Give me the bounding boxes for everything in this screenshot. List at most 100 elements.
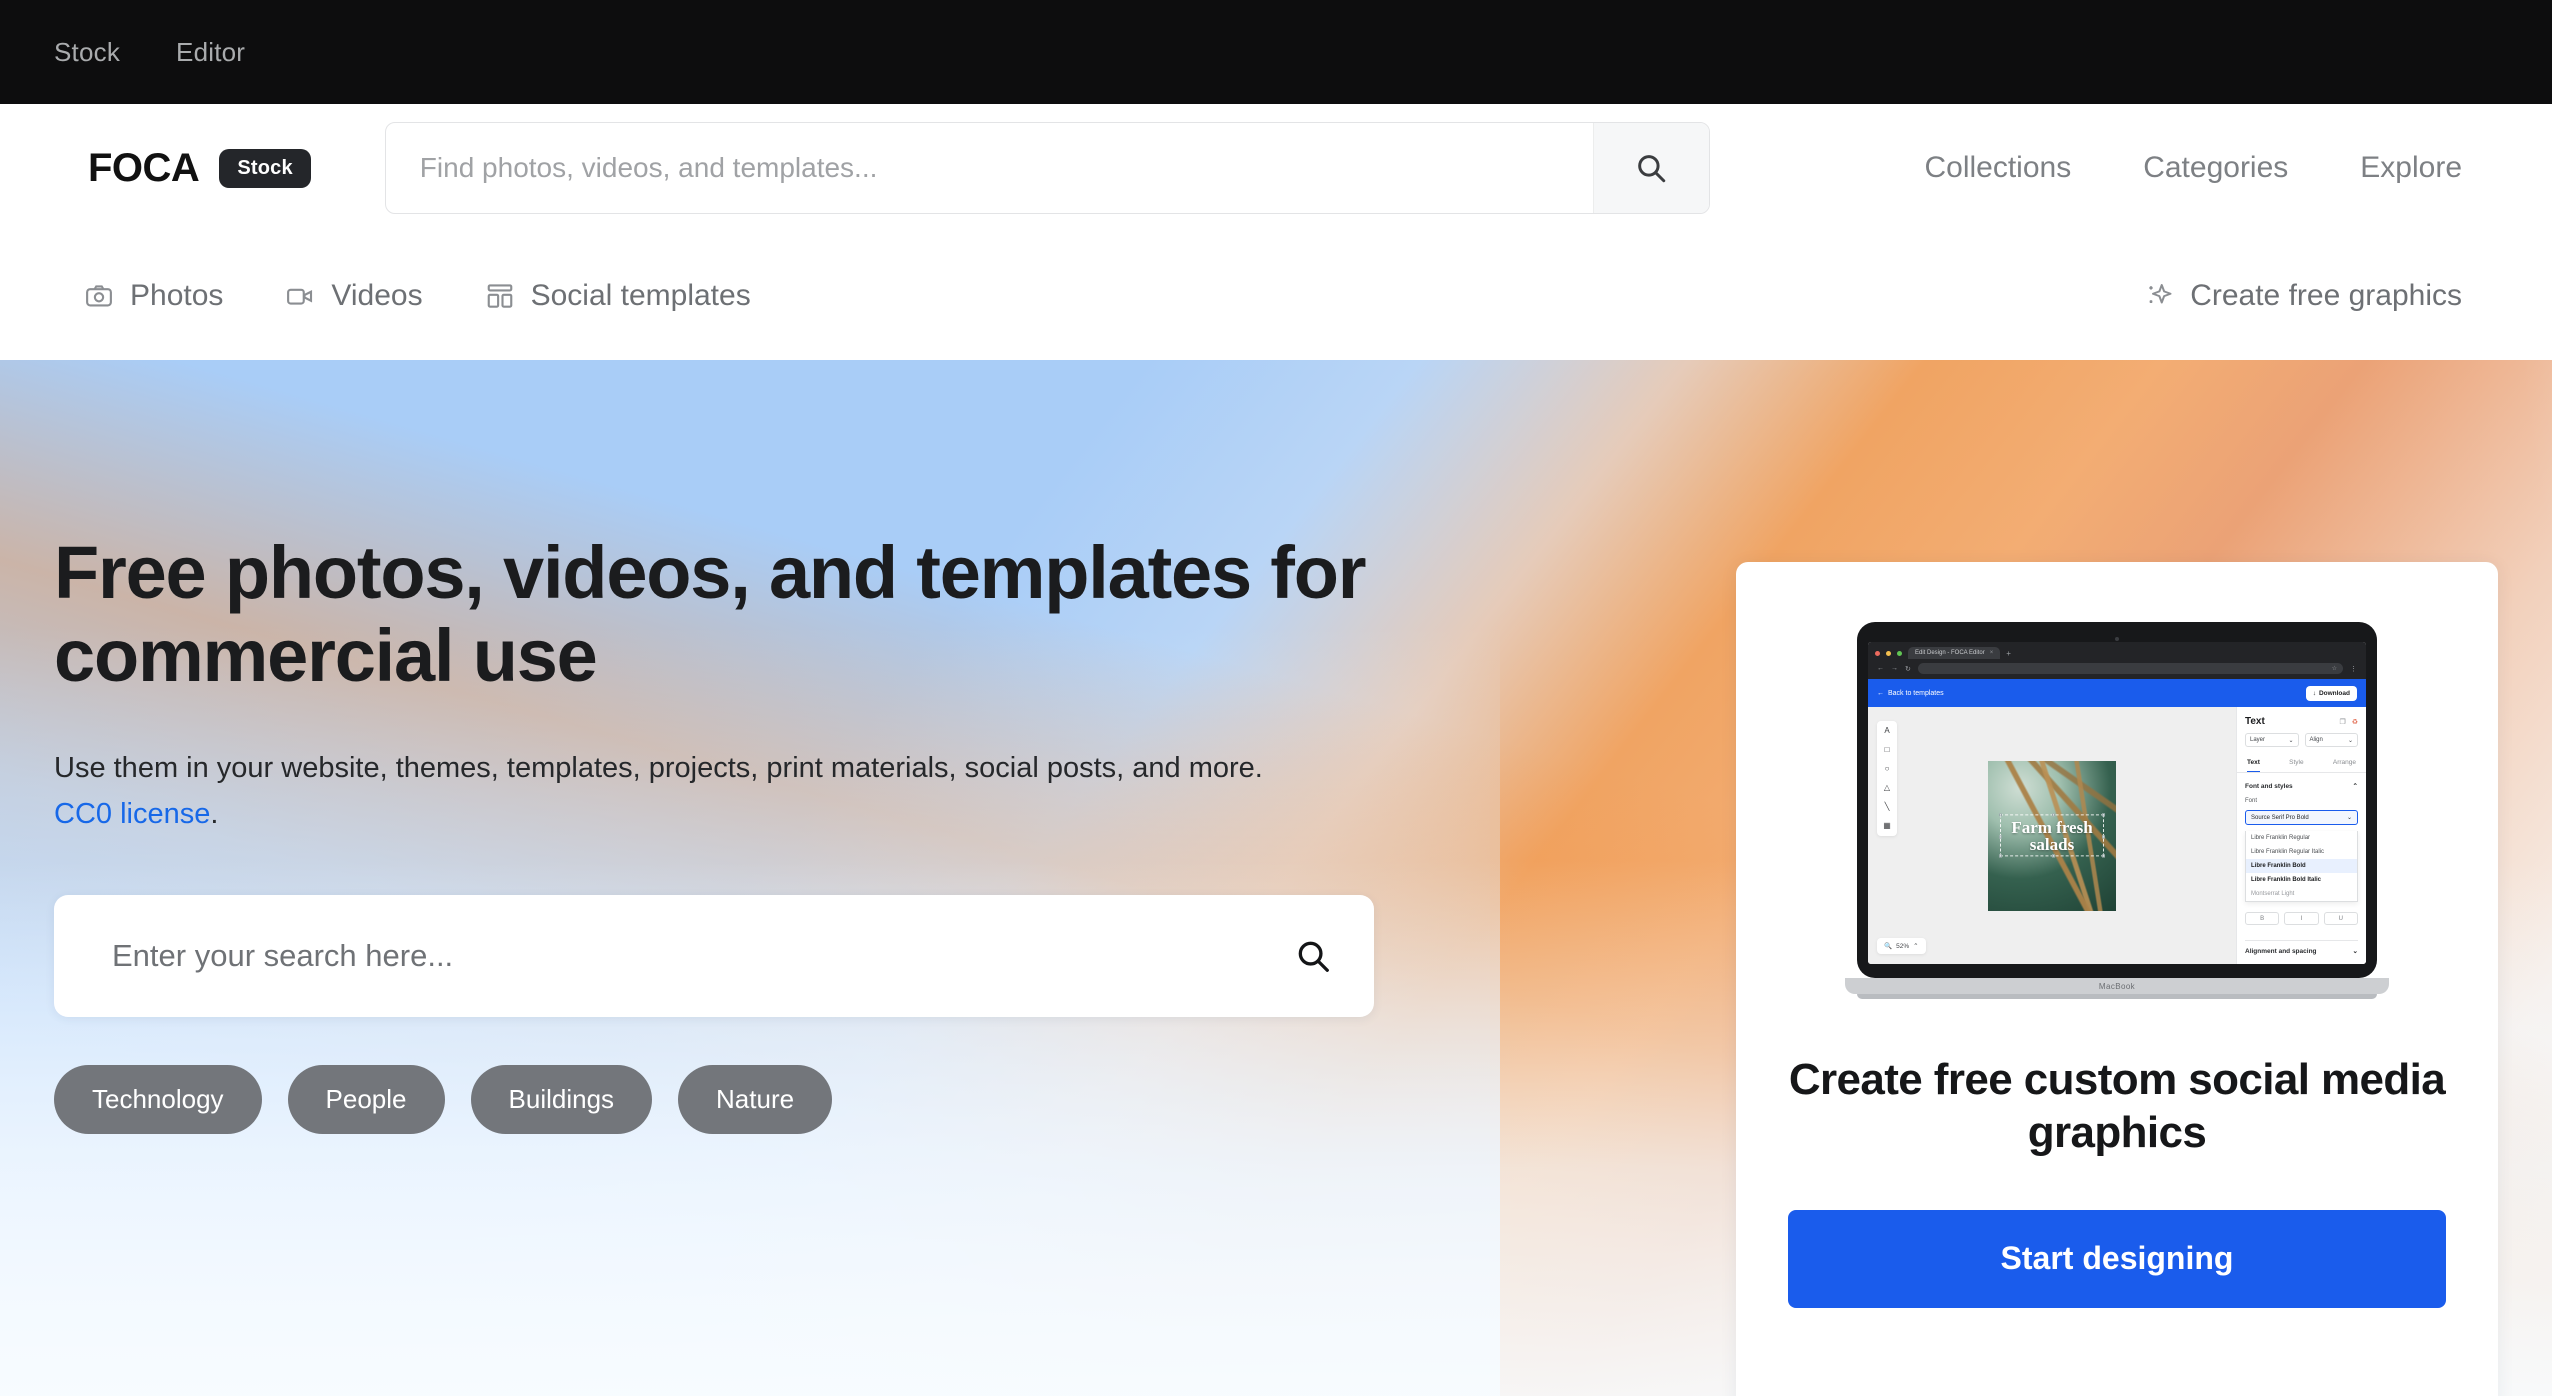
subnav-item-photos[interactable]: Photos [84, 279, 223, 313]
alignment-and-spacing-section-header[interactable]: Alignment and spacing ⌄ [2245, 940, 2358, 955]
tag-technology[interactable]: Technology [54, 1065, 262, 1135]
topbar-link-editor[interactable]: Editor [176, 37, 245, 68]
font-and-styles-section-header[interactable]: Font and styles ⌃ [2245, 782, 2358, 791]
laptop-screen: Edit Design - FOCA Editor × + ← → ↻ ☆ ⋮ … [1868, 642, 2366, 964]
hero-content: Free photos, videos, and templates for c… [54, 360, 1684, 1135]
reload-icon[interactable]: ↻ [1905, 665, 1911, 673]
layer-select-value: Layer [2250, 737, 2266, 743]
header-search-button[interactable] [1592, 123, 1709, 213]
resize-handle-bl[interactable] [1999, 853, 2002, 857]
layer-select[interactable]: Layer ⌄ [2245, 733, 2299, 747]
tab-arrange[interactable]: Arrange [2333, 759, 2356, 772]
editor-canvas[interactable]: Farm fresh salads [1988, 760, 2116, 911]
italic-button[interactable]: I [2284, 912, 2319, 925]
tab-style[interactable]: Style [2289, 759, 2303, 772]
download-button[interactable]: ↓ Download [2305, 685, 2357, 701]
tag-buildings[interactable]: Buildings [470, 1065, 653, 1135]
align-select[interactable]: Align ⌄ [2304, 733, 2358, 747]
resize-handle-br[interactable] [2102, 853, 2105, 857]
font-option[interactable]: Libre Franklin Regular [2246, 831, 2357, 845]
new-tab-button[interactable]: + [2006, 649, 2011, 658]
resize-handle-tr[interactable] [2102, 812, 2105, 816]
panel-selects: Layer ⌄ Align ⌄ [2245, 733, 2358, 747]
line-tool-icon[interactable]: ╲ [1885, 803, 1890, 811]
logo-group[interactable]: FOCA Stock [88, 146, 311, 191]
chevron-down-icon: ⌄ [2288, 737, 2294, 744]
font-option[interactable]: Libre Franklin Bold Italic [2246, 873, 2357, 887]
subnav-item-videos[interactable]: Videos [285, 279, 423, 313]
window-maximize-dot[interactable] [1897, 650, 1902, 656]
nav-link-categories[interactable]: Categories [2143, 151, 2288, 185]
panel-title: Text [2245, 716, 2265, 727]
font-option[interactable]: Montserrat Light [2246, 887, 2357, 901]
kebab-menu-icon[interactable]: ⋮ [2350, 665, 2357, 673]
laptop-lid: Edit Design - FOCA Editor × + ← → ↻ ☆ ⋮ … [1857, 622, 2377, 978]
browser-urlbar: ← → ↻ ☆ ⋮ [1875, 659, 2359, 679]
font-field-label: Font [2245, 798, 2258, 804]
chevron-down-icon: ⌄ [2347, 737, 2353, 744]
font-select[interactable]: Source Serif Pro Bold ⌄ [2245, 810, 2358, 825]
subnav-label-social-templates: Social templates [530, 279, 751, 312]
subnav-item-social-templates[interactable]: Social templates [485, 279, 751, 313]
download-icon: ↓ [2312, 689, 2316, 697]
logo-text: FOCA [88, 145, 200, 190]
window-minimize-dot[interactable] [1886, 650, 1891, 656]
start-designing-button[interactable]: Start designing [1788, 1209, 2446, 1308]
bold-button[interactable]: B [2245, 912, 2280, 925]
square-tool-icon[interactable]: □ [1885, 746, 1890, 754]
back-to-templates-button[interactable]: ← Back to templates [1877, 690, 1944, 697]
chevron-up-icon: ⌃ [1913, 943, 1919, 950]
hero-subtext-part2: . [210, 797, 219, 830]
sparkle-icon [2149, 284, 2172, 304]
text-tool-icon[interactable]: A [1884, 727, 1889, 735]
back-to-templates-label: Back to templates [1888, 689, 1944, 697]
browser-tab-title: Edit Design - FOCA Editor [1915, 650, 1985, 656]
font-option[interactable]: Libre Franklin Regular Italic [2246, 845, 2357, 859]
close-icon[interactable]: × [1990, 650, 1994, 656]
underline-button[interactable]: U [2323, 912, 2358, 925]
search-icon[interactable] [1294, 937, 1332, 975]
image-tool-icon[interactable]: ▦ [1883, 822, 1891, 830]
tab-text[interactable]: Text [2247, 759, 2260, 772]
resize-handle-tc[interactable] [2052, 812, 2055, 816]
header-primary-row: FOCA Stock Collections Categories Explor… [0, 104, 2552, 232]
editor-body: A □ ○ △ ╲ ▦ Farm fresh salads 🔍 52% ⌃ Te… [1868, 707, 2366, 964]
browser-tab[interactable]: Edit Design - FOCA Editor × [1908, 647, 2001, 659]
popular-tags: Technology People Buildings Nature [54, 1065, 1684, 1135]
resize-handle-bc[interactable] [2052, 853, 2055, 857]
hero-search-input[interactable] [112, 938, 1294, 975]
search-icon: 🔍 [1884, 943, 1893, 950]
top-utility-bar: Stock Editor [0, 0, 2552, 104]
canvas-zoom-control[interactable]: 🔍 52% ⌃ [1877, 938, 1926, 954]
resize-handle-tl[interactable] [1999, 812, 2002, 816]
trash-icon[interactable]: ♻ [2352, 718, 2358, 726]
font-option-selected[interactable]: Libre Franklin Bold [2246, 859, 2357, 873]
tag-nature[interactable]: Nature [678, 1065, 833, 1135]
chevron-down-icon: ⌄ [2346, 815, 2352, 821]
arrow-left-icon[interactable]: ← [1877, 665, 1884, 672]
hero-search-box[interactable] [54, 895, 1374, 1018]
subnav-label-photos: Photos [130, 279, 224, 312]
promo-card: Edit Design - FOCA Editor × + ← → ↻ ☆ ⋮ … [1736, 562, 2498, 1396]
create-free-graphics-link[interactable]: Create free graphics [2144, 279, 2462, 313]
font-select-value: Source Serif Pro Bold [2251, 814, 2309, 821]
browser-address-input[interactable]: ☆ [1917, 663, 2343, 674]
download-label: Download [2318, 689, 2350, 697]
header-search-input[interactable] [385, 123, 1593, 213]
triangle-tool-icon[interactable]: △ [1884, 784, 1890, 792]
duplicate-icon[interactable]: ❐ [2339, 718, 2345, 726]
tag-people[interactable]: People [287, 1065, 445, 1135]
hero-section: Free photos, videos, and templates for c… [0, 360, 2552, 1396]
panel-header: Text ❐ ♻ [2245, 716, 2358, 727]
star-icon[interactable]: ☆ [2332, 665, 2337, 672]
header-search-box[interactable] [384, 122, 1710, 214]
nav-link-collections[interactable]: Collections [1924, 151, 2071, 185]
topbar-link-stock[interactable]: Stock [54, 37, 120, 68]
arrow-right-icon[interactable]: → [1891, 665, 1898, 672]
nav-link-explore[interactable]: Explore [2360, 151, 2462, 185]
window-close-dot[interactable] [1875, 650, 1880, 656]
circle-tool-icon[interactable]: ○ [1885, 765, 1890, 773]
cc0-license-link[interactable]: CC0 license [54, 798, 210, 830]
font-and-styles-label: Font and styles [2245, 782, 2293, 790]
canvas-text-layer[interactable]: Farm fresh salads [1988, 818, 2116, 854]
